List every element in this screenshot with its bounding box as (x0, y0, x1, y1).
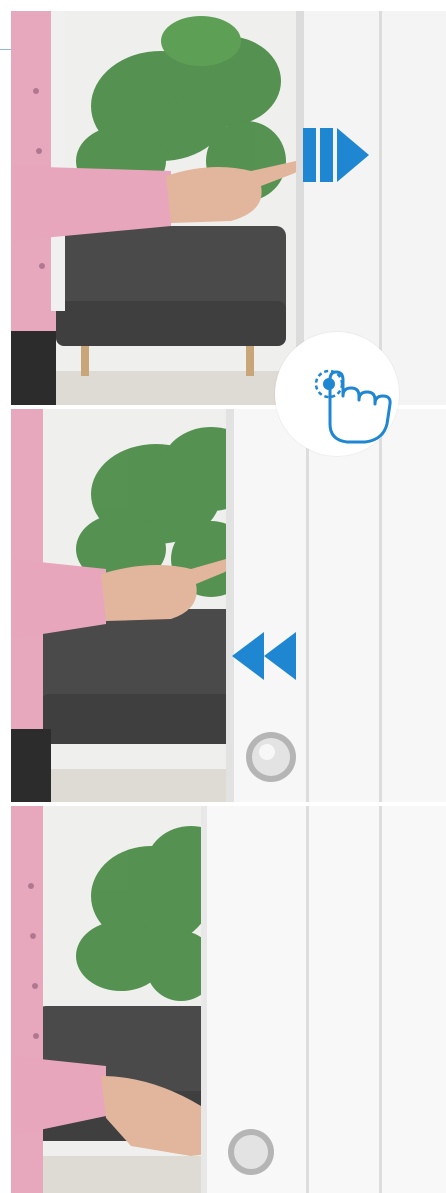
hand-tap-icon (314, 369, 392, 444)
scene-step-2 (11, 409, 446, 802)
touch-indicator (275, 332, 399, 456)
rewind-double-arrow-icon (232, 632, 296, 680)
play-pause-right-arrow-icon (303, 128, 369, 182)
scene-step-3 (11, 806, 446, 1193)
photo-panel-step-2 (11, 409, 446, 802)
photo-panel-step-3 (11, 806, 446, 1193)
